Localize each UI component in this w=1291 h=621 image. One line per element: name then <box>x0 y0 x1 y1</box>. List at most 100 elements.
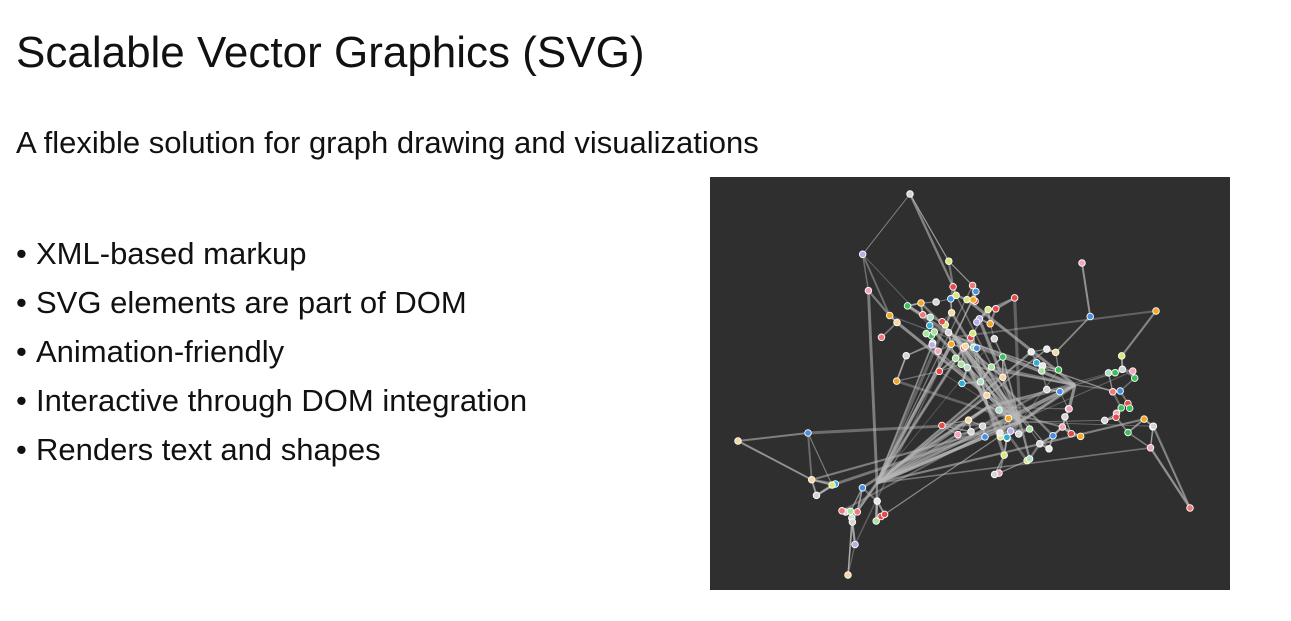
graph-node <box>990 470 999 479</box>
graph-node <box>1061 413 1069 421</box>
graph-node <box>1078 259 1086 267</box>
graph-node <box>1086 312 1094 321</box>
graph-node <box>872 517 880 525</box>
graph-node <box>995 406 1003 414</box>
graph-node <box>846 507 855 516</box>
graph-node <box>1043 385 1051 394</box>
graph-node <box>944 328 953 337</box>
graph-node <box>996 429 1004 437</box>
graph-node <box>1129 367 1137 375</box>
graph-node <box>917 299 925 307</box>
graph-node <box>851 540 859 549</box>
graph-node <box>1014 430 1023 438</box>
graph-edge <box>737 440 813 481</box>
graph-node <box>968 281 977 290</box>
graph-node <box>880 510 889 519</box>
graph-node <box>1146 444 1155 452</box>
bullet-item: • Animation-friendly <box>16 332 527 381</box>
network-graph-svg <box>734 190 1194 579</box>
graph-node <box>1037 367 1046 375</box>
graph-node <box>984 305 992 314</box>
graph-node <box>1065 405 1073 413</box>
graph-node <box>1140 415 1148 423</box>
bullet-glyph: • <box>16 432 27 467</box>
graph-node <box>734 437 742 445</box>
graph-node <box>1104 369 1113 377</box>
graph-node <box>919 311 927 319</box>
graph-edge <box>1081 262 1092 317</box>
graph-node <box>1124 428 1132 437</box>
graph-node <box>976 378 985 386</box>
graph-node <box>1032 359 1041 367</box>
graph-node <box>932 298 940 306</box>
graph-node <box>906 190 914 198</box>
graph-node <box>864 286 873 295</box>
graph-node <box>947 308 956 317</box>
graph-node <box>1186 504 1194 512</box>
graph-node <box>1117 404 1125 412</box>
graph-node <box>963 363 971 372</box>
graph-edge <box>1149 447 1191 509</box>
graph-node <box>964 416 973 424</box>
graph-node <box>978 422 987 430</box>
graph-node <box>1100 416 1109 425</box>
graph-node <box>969 296 977 304</box>
network-graph-image <box>710 177 1230 590</box>
graph-edge <box>867 289 891 317</box>
bullet-glyph: • <box>16 236 27 271</box>
graph-node <box>1112 413 1120 421</box>
graph-node <box>892 377 901 385</box>
graph-node <box>1117 352 1126 360</box>
graph-edge <box>895 355 908 382</box>
bullet-item: • Renders text and shapes <box>16 430 527 479</box>
graph-node <box>935 367 944 376</box>
graph-node <box>1130 374 1139 382</box>
graph-node <box>848 518 857 526</box>
graph-node <box>928 341 936 349</box>
graph-node <box>1109 388 1117 396</box>
bullet-glyph: • <box>16 285 27 320</box>
graph-node <box>987 363 996 371</box>
bullet-list: • XML-based markup • SVG elements are part… <box>16 234 527 479</box>
graph-node <box>858 484 867 492</box>
graph-node <box>807 475 816 484</box>
graph-node <box>1027 348 1035 356</box>
graph-node <box>1006 427 1015 435</box>
graph-node <box>947 340 955 348</box>
slide-subtitle: A flexible solution for graph drawing an… <box>16 125 759 160</box>
bullet-item: • XML-based markup <box>16 234 527 283</box>
graph-node <box>963 295 971 304</box>
graph-node <box>853 508 862 516</box>
graph-node <box>1125 404 1134 412</box>
graph-node <box>949 283 957 291</box>
graph-node <box>992 305 1000 313</box>
graph-node <box>945 257 953 265</box>
bullet-glyph: • <box>16 383 27 418</box>
graph-node <box>1003 433 1011 442</box>
graph-node <box>1067 429 1075 438</box>
graph-node <box>1004 414 1013 423</box>
graph-node <box>893 318 901 327</box>
graph-node <box>1036 440 1044 448</box>
graph-node <box>967 427 975 436</box>
bullet-text: SVG elements are part of DOM <box>36 285 467 320</box>
graph-node <box>957 360 965 368</box>
graph-node <box>954 430 962 439</box>
graph-node <box>938 317 946 326</box>
graph-node <box>1118 365 1127 374</box>
graph-edge <box>1019 419 1105 423</box>
graph-edge <box>1127 431 1151 449</box>
graph-node <box>981 433 989 441</box>
bullet-text: Animation-friendly <box>36 334 285 369</box>
graph-node <box>961 342 970 350</box>
graph-node <box>877 333 886 342</box>
graph-node <box>999 353 1007 361</box>
graph-node <box>844 571 852 579</box>
graph-node <box>922 329 930 338</box>
graph-node <box>1025 455 1034 463</box>
graph-node <box>986 320 994 328</box>
graph-node <box>1076 432 1085 441</box>
bullet-item: • Interactive through DOM integration <box>16 381 527 430</box>
graph-node <box>902 351 910 360</box>
graph-node <box>973 344 981 352</box>
